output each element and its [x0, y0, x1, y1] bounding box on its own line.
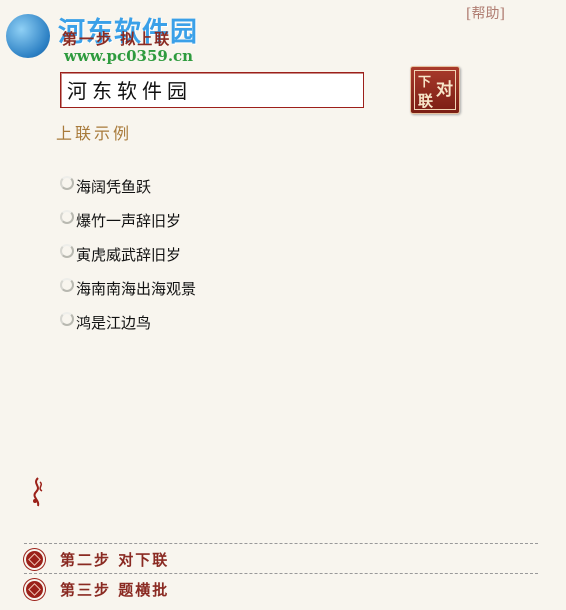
example-text: 爆竹一声辞旧岁: [76, 211, 182, 230]
step3-label: 第三步 题横批: [60, 580, 170, 599]
seal-char-2: 对: [436, 80, 453, 100]
example-text: 海南南海出海观景: [76, 279, 197, 298]
radio-icon[interactable]: [60, 312, 74, 326]
radio-icon[interactable]: [60, 210, 74, 224]
example-text: 寅虎威武辞旧岁: [76, 245, 182, 264]
globe-icon: [6, 14, 50, 58]
couplet-input[interactable]: [61, 73, 363, 105]
example-item[interactable]: 海南南海出海观景: [60, 271, 196, 305]
example-item[interactable]: 鸿是江边鸟: [60, 305, 196, 339]
watermark-url: www.pc0359.cn: [64, 47, 194, 65]
seal-char-3: 联: [418, 92, 434, 110]
help-link[interactable]: [帮助]: [466, 3, 505, 23]
example-item[interactable]: 爆竹一声辞旧岁: [60, 203, 196, 237]
seal-icon: 下 对 联: [414, 70, 456, 110]
divider: [24, 543, 538, 544]
example-text: 鸿是江边鸟: [76, 313, 152, 332]
radio-icon[interactable]: [60, 176, 74, 190]
step1-title: 第一步 拟上联: [62, 30, 172, 48]
example-text: 海阔凭鱼跃: [76, 177, 152, 196]
examples-list: 海阔凭鱼跃 爆竹一声辞旧岁 寅虎威武辞旧岁 海南南海出海观景 鸿是江边鸟: [60, 169, 196, 339]
step2-label: 第二步 对下联: [60, 550, 170, 569]
example-item[interactable]: 海阔凭鱼跃: [60, 169, 196, 203]
couplet-input-box: [60, 72, 364, 108]
step3-row[interactable]: 第三步 题横批: [24, 576, 169, 602]
divider: [24, 573, 538, 574]
step2-row[interactable]: 第二步 对下联: [24, 546, 169, 572]
examples-title: 上联示例: [56, 124, 133, 143]
generate-couplet-button[interactable]: 下 对 联: [410, 66, 460, 114]
example-item[interactable]: 寅虎威武辞旧岁: [60, 237, 196, 271]
cloud-ornament-icon: [33, 477, 43, 507]
radio-icon[interactable]: [60, 244, 74, 258]
chinese-knot-icon: [26, 580, 43, 598]
radio-icon[interactable]: [60, 278, 74, 292]
seal-char-1: 下: [418, 75, 432, 90]
chinese-knot-icon: [26, 550, 43, 568]
